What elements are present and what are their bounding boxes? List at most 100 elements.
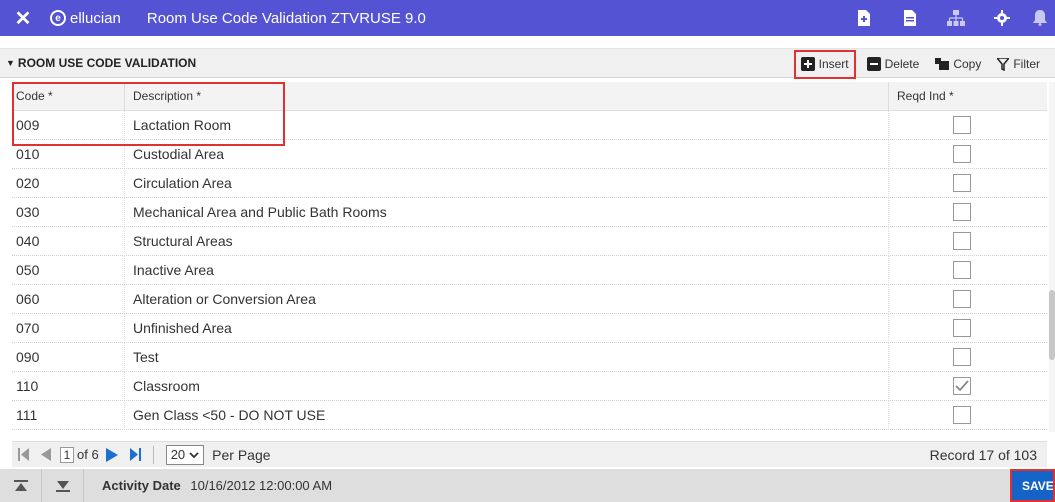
- code-cell[interactable]: 070: [12, 313, 125, 343]
- code-cell[interactable]: 050: [12, 255, 125, 285]
- table-row[interactable]: 010 Custodial Area: [12, 139, 1047, 169]
- reqd-ind-cell: [889, 319, 1047, 337]
- reqd-ind-cell: [889, 174, 1047, 192]
- table-row[interactable]: 050 Inactive Area: [12, 255, 1047, 285]
- code-cell[interactable]: 030: [12, 197, 125, 227]
- last-page-icon[interactable]: [129, 448, 141, 461]
- add-document-icon[interactable]: [841, 0, 887, 36]
- per-page-select[interactable]: 20: [165, 444, 205, 465]
- per-page-label: Per Page: [212, 446, 271, 463]
- ellucian-logo: e ellucian: [50, 10, 121, 27]
- reqd-ind-checkbox[interactable]: [953, 116, 971, 134]
- table-row[interactable]: 111 Gen Class <50 - DO NOT USE: [12, 400, 1047, 430]
- code-cell[interactable]: 110: [12, 371, 125, 401]
- description-cell[interactable]: Custodial Area: [125, 139, 889, 169]
- activity-date-label: Activity Date: [102, 478, 181, 493]
- per-page-value: 20: [170, 447, 186, 462]
- reqd-ind-cell: [889, 406, 1047, 424]
- table-row[interactable]: 009 Lactation Room: [12, 110, 1047, 140]
- reqd-ind-checkbox[interactable]: [953, 261, 971, 279]
- description-cell[interactable]: Test: [125, 342, 889, 372]
- record-count: Record 17 of 103: [929, 446, 1037, 463]
- code-cell[interactable]: 060: [12, 284, 125, 314]
- reqd-ind-checkbox[interactable]: [953, 406, 971, 424]
- reqd-ind-checkbox[interactable]: [953, 377, 971, 395]
- activity-date-value: 10/16/2012 12:00:00 AM: [190, 478, 333, 493]
- description-cell[interactable]: Unfinished Area: [125, 313, 889, 343]
- reqd-ind-cell: [889, 116, 1047, 134]
- related-sitemap-icon[interactable]: [933, 0, 979, 36]
- reqd-ind-checkbox[interactable]: [953, 203, 971, 221]
- app-header: ✕ e ellucian Room Use Code Validation ZT…: [0, 0, 1055, 36]
- previous-page-icon[interactable]: [40, 448, 52, 461]
- column-header-reqd-ind[interactable]: Reqd Ind *: [889, 89, 1047, 103]
- plus-square-icon: [800, 57, 815, 71]
- gear-icon[interactable]: [979, 0, 1025, 36]
- code-cell[interactable]: 020: [12, 168, 125, 198]
- table-row[interactable]: 110 Classroom: [12, 371, 1047, 401]
- scroll-bottom-icon[interactable]: [42, 469, 84, 502]
- scrollbar-thumb[interactable]: [1049, 290, 1055, 360]
- save-button[interactable]: SAVE: [1010, 469, 1055, 502]
- page-number-input[interactable]: 1: [60, 446, 74, 463]
- description-cell[interactable]: Structural Areas: [125, 226, 889, 256]
- reqd-ind-cell: [889, 377, 1047, 395]
- reqd-ind-checkbox[interactable]: [953, 290, 971, 308]
- reqd-ind-checkbox[interactable]: [953, 232, 971, 250]
- page-title: Room Use Code Validation ZTVRUSE 9.0: [146, 9, 426, 27]
- document-icon[interactable]: [887, 0, 933, 36]
- code-cell[interactable]: 090: [12, 342, 125, 372]
- table-row[interactable]: 060 Alteration or Conversion Area: [12, 284, 1047, 314]
- filter-button[interactable]: Filter: [992, 52, 1045, 76]
- filter-label: Filter: [1013, 57, 1040, 71]
- description-cell[interactable]: Inactive Area: [125, 255, 889, 285]
- table-row[interactable]: 090 Test: [12, 342, 1047, 372]
- description-cell[interactable]: Circulation Area: [125, 168, 889, 198]
- description-cell[interactable]: Lactation Room: [125, 110, 889, 140]
- table-row[interactable]: 030 Mechanical Area and Public Bath Rooms: [12, 197, 1047, 227]
- copy-button[interactable]: Copy: [930, 52, 986, 76]
- code-cell[interactable]: 040: [12, 226, 125, 256]
- description-cell[interactable]: Alteration or Conversion Area: [125, 284, 889, 314]
- page-count: of 6: [77, 447, 99, 462]
- data-grid: Code * Description * Reqd Ind * 009 Lacta…: [12, 81, 1047, 430]
- copy-label: Copy: [953, 57, 982, 71]
- vertical-scrollbar[interactable]: [1049, 82, 1055, 432]
- collapse-triangle-icon: ▼: [6, 58, 15, 68]
- code-cell[interactable]: 010: [12, 139, 125, 169]
- table-row[interactable]: 040 Structural Areas: [12, 226, 1047, 256]
- reqd-ind-cell: [889, 232, 1047, 250]
- notification-bell-icon[interactable]: [1025, 0, 1055, 36]
- close-button[interactable]: ✕: [0, 0, 46, 36]
- description-cell[interactable]: Mechanical Area and Public Bath Rooms: [125, 197, 889, 227]
- column-header-code[interactable]: Code *: [12, 81, 125, 111]
- next-page-icon[interactable]: [105, 447, 119, 462]
- section-title: ROOM USE CODE VALIDATION: [17, 56, 197, 70]
- reqd-ind-checkbox[interactable]: [953, 348, 971, 366]
- section-toggle[interactable]: ▼ ROOM USE CODE VALIDATION: [6, 56, 196, 70]
- scroll-top-icon[interactable]: [0, 469, 42, 502]
- code-cell[interactable]: 111: [12, 400, 125, 430]
- description-cell[interactable]: Classroom: [125, 371, 889, 401]
- table-row[interactable]: 070 Unfinished Area: [12, 313, 1047, 343]
- ellucian-logo-icon: e: [50, 10, 66, 26]
- insert-button[interactable]: Insert: [793, 49, 856, 79]
- reqd-ind-checkbox[interactable]: [953, 174, 971, 192]
- table-row[interactable]: 020 Circulation Area: [12, 168, 1047, 198]
- delete-button[interactable]: Delete: [862, 52, 925, 76]
- description-cell[interactable]: Gen Class <50 - DO NOT USE: [125, 400, 889, 430]
- grid-header: Code * Description * Reqd Ind *: [12, 81, 1047, 111]
- reqd-ind-checkbox[interactable]: [953, 145, 971, 163]
- column-header-description[interactable]: Description *: [125, 81, 889, 111]
- delete-label: Delete: [884, 57, 920, 71]
- reqd-ind-checkbox[interactable]: [953, 319, 971, 337]
- insert-label: Insert: [818, 57, 849, 71]
- section-header: ▼ ROOM USE CODE VALIDATION Insert Delete…: [0, 48, 1055, 79]
- copy-icon: [935, 58, 950, 70]
- code-cell[interactable]: 009: [12, 110, 125, 140]
- reqd-ind-cell: [889, 145, 1047, 163]
- minus-square-icon: [866, 57, 881, 71]
- pagination-bar: 1 of 6 20 Per Page Record 17 of 103: [12, 441, 1047, 467]
- filter-icon: [997, 57, 1010, 71]
- first-page-icon[interactable]: [18, 448, 30, 461]
